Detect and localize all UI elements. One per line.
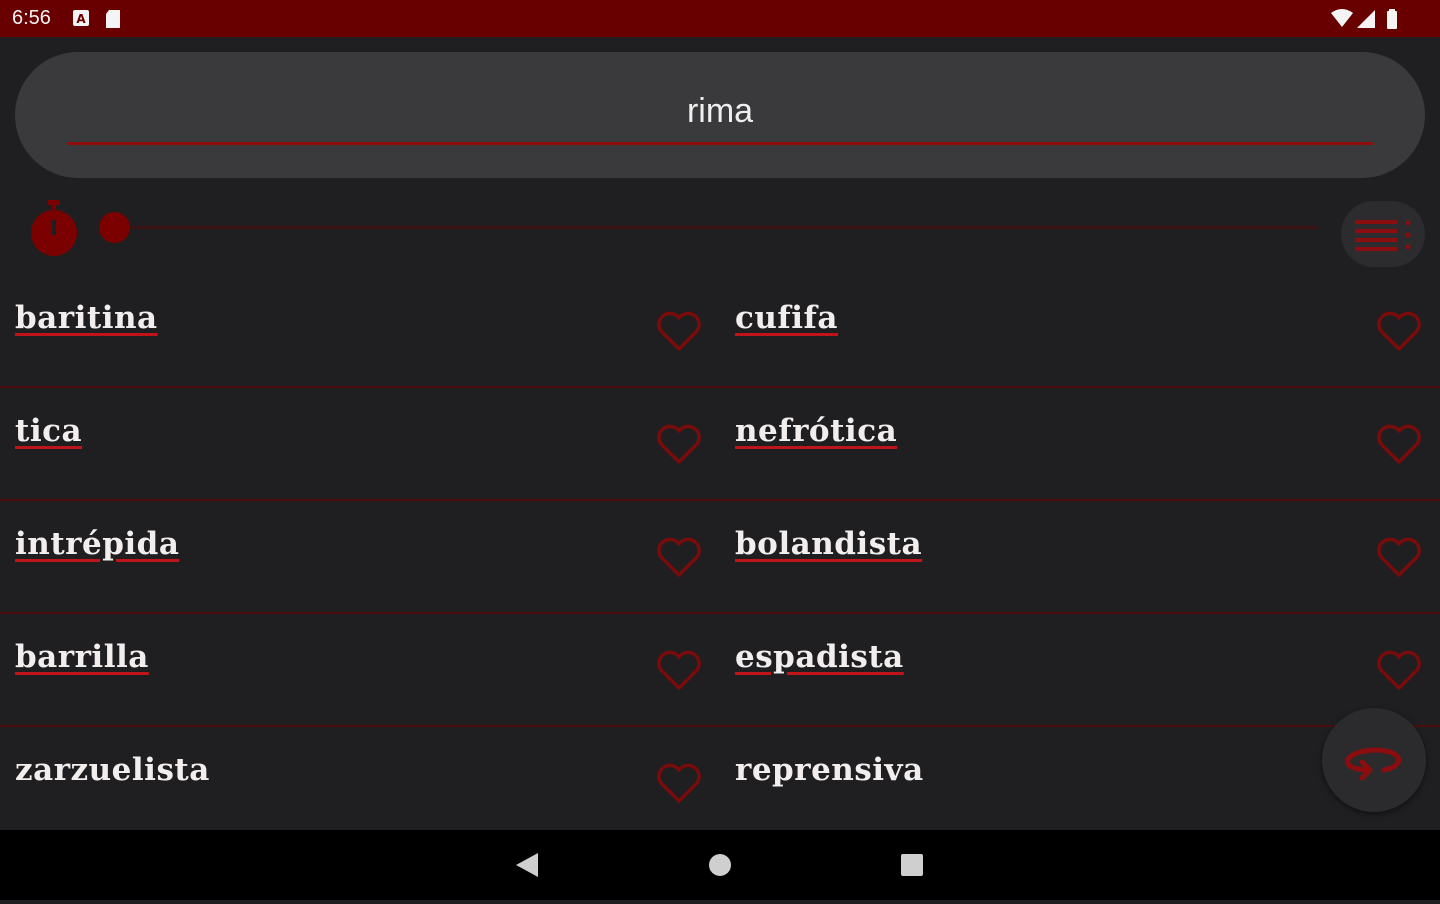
list-item[interactable]: cufifa — [720, 276, 1440, 388]
heart-outline-icon[interactable] — [1376, 423, 1422, 465]
home-circle-icon — [709, 854, 731, 876]
word-text[interactable]: reprensiva — [735, 752, 924, 788]
home-button[interactable] — [680, 830, 760, 900]
heart-outline-icon[interactable] — [656, 649, 702, 691]
back-button[interactable] — [488, 830, 568, 900]
back-triangle-icon — [516, 853, 538, 877]
stopwatch-icon[interactable] — [28, 200, 80, 258]
search-container — [15, 52, 1425, 178]
word-link[interactable]: nefrótica — [735, 413, 897, 449]
list-menu-button[interactable] — [1341, 201, 1425, 267]
loop-fab-button[interactable] — [1322, 708, 1426, 812]
list-item[interactable]: barrilla — [0, 615, 720, 727]
heart-outline-icon[interactable] — [656, 536, 702, 578]
word-link[interactable]: cufifa — [735, 300, 838, 336]
wifi-icon — [1331, 9, 1353, 27]
list-item[interactable]: nefrótica — [720, 389, 1440, 501]
svg-text:A: A — [76, 12, 86, 26]
word-link[interactable]: tica — [15, 413, 82, 449]
list-item[interactable]: baritina — [0, 276, 720, 388]
heart-outline-icon[interactable] — [1376, 310, 1422, 352]
heart-outline-icon[interactable] — [656, 423, 702, 465]
recents-square-icon — [901, 854, 923, 876]
slider-track[interactable] — [114, 226, 1318, 229]
sd-card-icon — [106, 10, 120, 28]
word-link[interactable]: espadista — [735, 639, 904, 675]
word-link[interactable]: barrilla — [15, 639, 149, 675]
cellular-signal-icon — [1357, 10, 1375, 28]
rhyme-results-list: baritina cufifa tica nefrótica intrépida… — [0, 276, 1440, 830]
word-link[interactable]: baritina — [15, 300, 158, 336]
battery-icon — [1387, 9, 1397, 29]
system-nav-bar — [0, 830, 1440, 900]
recents-button[interactable] — [872, 830, 952, 900]
word-link[interactable]: bolandista — [735, 526, 922, 562]
heart-outline-icon[interactable] — [656, 310, 702, 352]
notification-a-icon: A — [73, 10, 89, 26]
heart-outline-icon[interactable] — [1376, 649, 1422, 691]
list-item[interactable]: bolandista — [720, 502, 1440, 614]
search-input[interactable] — [67, 80, 1373, 145]
slider-thumb[interactable] — [99, 212, 130, 243]
list-item[interactable]: intrépida — [0, 502, 720, 614]
heart-outline-icon[interactable] — [1376, 536, 1422, 578]
list-menu-icon — [1355, 220, 1411, 251]
list-item[interactable]: zarzuelista — [0, 728, 720, 840]
loop-arrow-icon — [1345, 747, 1402, 781]
status-time: 6:56 — [12, 7, 51, 29]
heart-outline-icon[interactable] — [656, 762, 702, 804]
status-bar: 6:56 A — [0, 0, 1440, 37]
list-item[interactable]: tica — [0, 389, 720, 501]
word-text[interactable]: zarzuelista — [15, 752, 210, 788]
word-link[interactable]: intrépida — [15, 526, 179, 562]
